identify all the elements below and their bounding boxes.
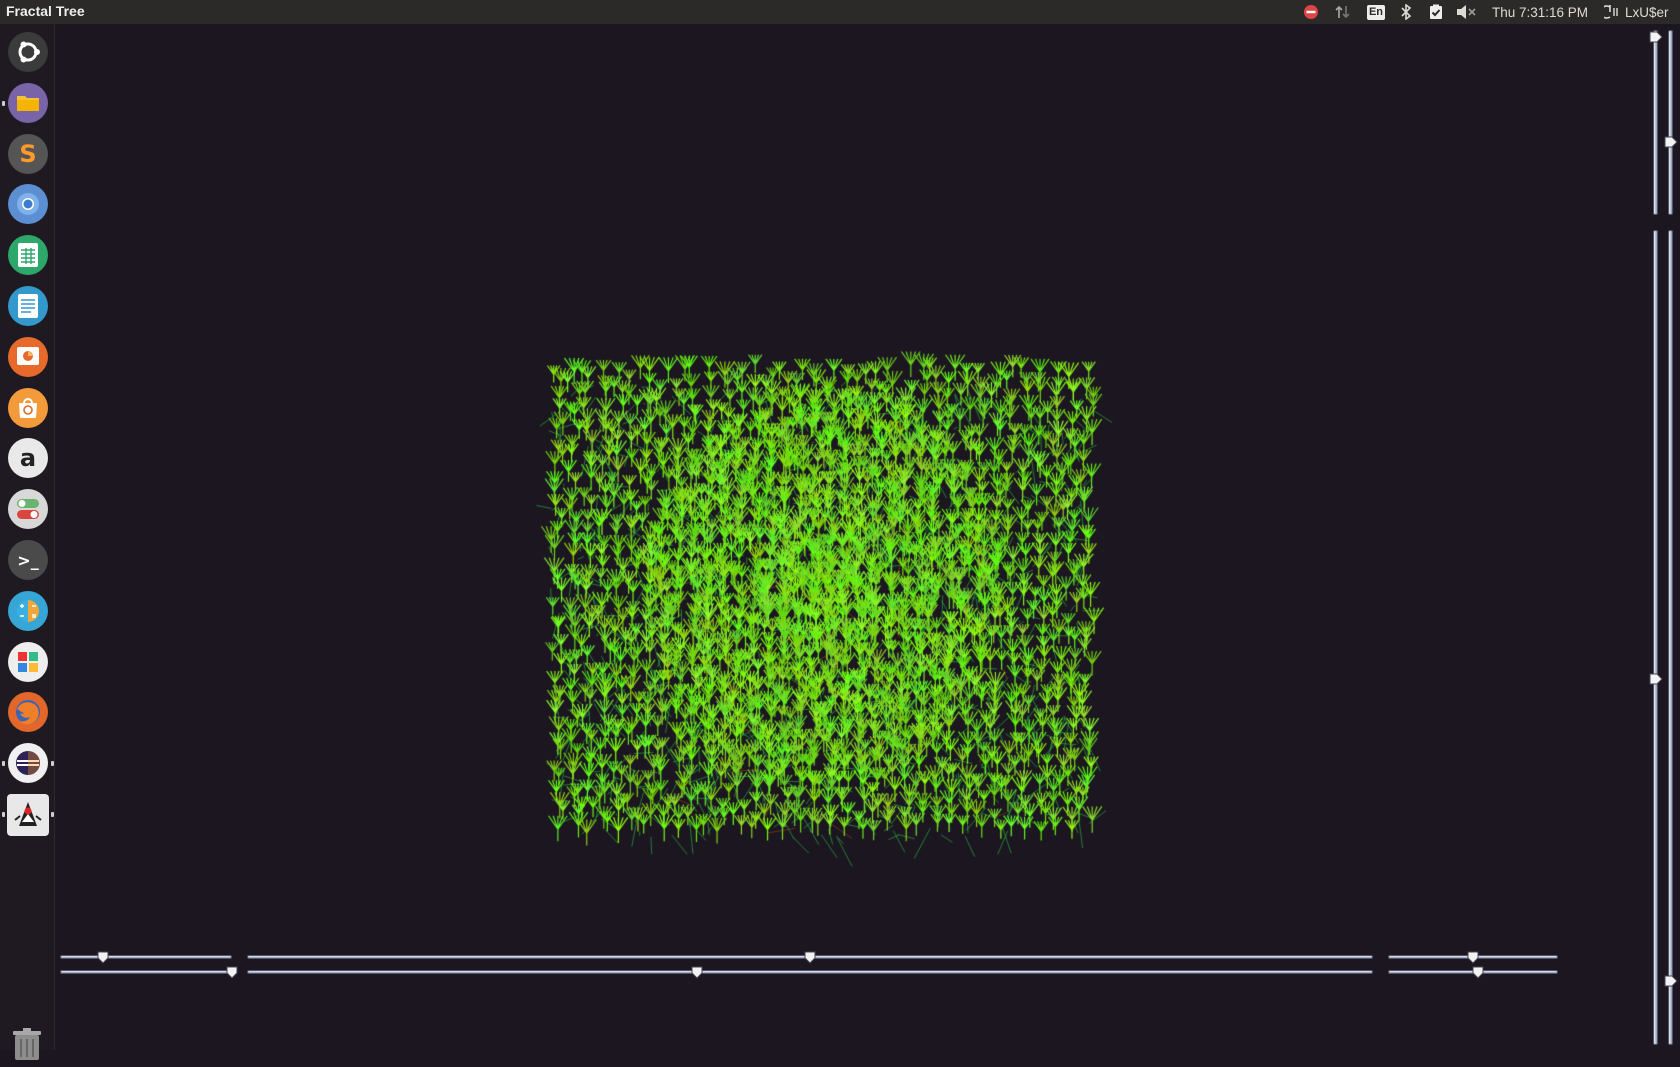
- slider-bottom-1[interactable]: [60, 951, 232, 964]
- launcher-java-app[interactable]: [7, 794, 49, 836]
- slider-track[interactable]: [60, 955, 232, 959]
- colored-squares-icon: [16, 650, 40, 674]
- focus-indicator: [51, 812, 54, 817]
- window-title: Fractal Tree: [6, 3, 85, 19]
- launcher-trash[interactable]: [10, 1026, 46, 1062]
- launcher-firefox[interactable]: [8, 692, 48, 733]
- slider-track[interactable]: [1653, 30, 1658, 215]
- launcher-libreoffice-impress[interactable]: [8, 336, 48, 377]
- slider-right-4[interactable]: [1664, 230, 1678, 1045]
- slider-thumb[interactable]: [1467, 951, 1479, 964]
- sublime-s-icon: S: [19, 139, 37, 168]
- amazon-a-icon: a: [19, 444, 37, 473]
- render-area[interactable]: [55, 24, 1650, 1024]
- launcher: Sa >_: [0, 24, 55, 1060]
- chromium-icon: [15, 191, 41, 217]
- top-panel: Fractal Tree En Thu 7:31:16 PM LxU$er: [0, 0, 1680, 24]
- slider-bottom-6[interactable]: [1388, 966, 1558, 979]
- running-indicator: [2, 100, 5, 106]
- slider-bottom-3[interactable]: [247, 951, 1373, 964]
- network-transfer-icon[interactable]: [1332, 0, 1354, 24]
- slider-track[interactable]: [60, 970, 232, 974]
- running-indicator: [2, 761, 5, 767]
- fractal-tree-canvas[interactable]: [55, 24, 1650, 1024]
- launcher-terminal[interactable]: >_: [8, 540, 48, 580]
- launcher-calculator[interactable]: [8, 590, 48, 631]
- launcher-amazon[interactable]: a: [8, 438, 48, 479]
- launcher-system-settings[interactable]: [8, 489, 48, 530]
- stop-sign-icon[interactable]: [1300, 0, 1322, 24]
- bluetooth-icon[interactable]: [1396, 0, 1416, 24]
- slider-thumb[interactable]: [691, 966, 703, 979]
- firefox-icon: [14, 698, 42, 726]
- slider-thumb[interactable]: [1649, 672, 1663, 685]
- launcher-app-grid[interactable]: [8, 641, 48, 682]
- launcher-chromium[interactable]: [8, 184, 48, 225]
- volume-muted-icon[interactable]: [1454, 0, 1480, 24]
- spreadsheet-icon: [17, 242, 39, 268]
- slider-bottom-2[interactable]: [60, 966, 238, 979]
- calculator-icon: [15, 598, 41, 624]
- focus-indicator: [51, 761, 54, 767]
- ubuntu-logo-icon: [15, 39, 41, 65]
- slider-thumb[interactable]: [1664, 135, 1678, 148]
- slider-thumb[interactable]: [226, 966, 238, 979]
- slider-track[interactable]: [1668, 230, 1673, 1045]
- toggle-switches-icon: [15, 497, 41, 521]
- eclipse-icon: [14, 749, 42, 777]
- slider-track[interactable]: [1668, 30, 1673, 215]
- session-power-icon: [1604, 5, 1618, 19]
- launcher-sublime-text[interactable]: S: [8, 133, 48, 174]
- slider-right-1[interactable]: [1649, 30, 1663, 215]
- launcher-libreoffice-writer[interactable]: [8, 286, 48, 326]
- clock[interactable]: Thu 7:31:16 PM: [1487, 0, 1593, 24]
- slider-bottom-4[interactable]: [247, 966, 1373, 979]
- task-checked-icon[interactable]: [1426, 0, 1446, 24]
- launcher-libreoffice-calc[interactable]: [8, 235, 48, 276]
- user-session-menu[interactable]: LxU$er: [1604, 0, 1678, 24]
- slider-right-2[interactable]: [1664, 30, 1678, 215]
- user-name: LxU$er: [1625, 4, 1669, 20]
- language-label: En: [1366, 4, 1386, 20]
- launcher-files[interactable]: [8, 82, 48, 123]
- running-indicator: [2, 812, 5, 817]
- terminal-prompt-icon: >_: [17, 550, 39, 570]
- trash-icon: [10, 1028, 44, 1066]
- launcher-eclipse[interactable]: [8, 743, 48, 784]
- slider-thumb[interactable]: [1472, 966, 1484, 979]
- launcher-dash-home[interactable]: [8, 32, 48, 72]
- slider-track[interactable]: [247, 970, 1373, 974]
- launcher-software-center[interactable]: [8, 387, 48, 428]
- presentation-icon: [16, 345, 40, 369]
- folder-icon: [16, 93, 40, 113]
- shopping-bag-icon: [16, 396, 40, 420]
- slider-bottom-5[interactable]: [1388, 951, 1558, 964]
- slider-right-3[interactable]: [1649, 230, 1663, 1045]
- java-duke-icon: [11, 798, 45, 832]
- keyboard-language-indicator[interactable]: En: [1364, 0, 1388, 24]
- slider-thumb[interactable]: [804, 951, 816, 964]
- slider-thumb[interactable]: [1649, 30, 1663, 43]
- slider-track[interactable]: [1653, 230, 1658, 1045]
- slider-thumb[interactable]: [97, 951, 109, 964]
- document-icon: [17, 293, 39, 319]
- slider-thumb[interactable]: [1664, 974, 1678, 987]
